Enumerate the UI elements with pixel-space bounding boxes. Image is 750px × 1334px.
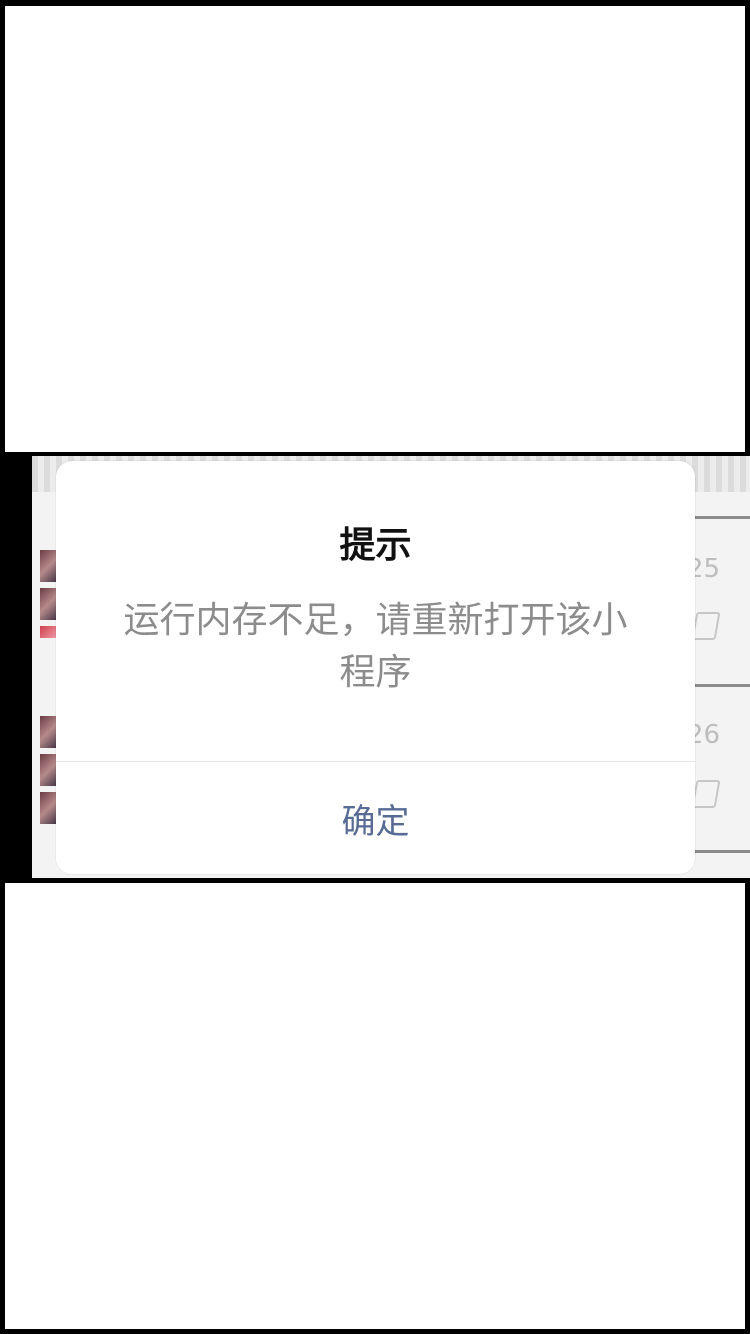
screen-frame: 25 26 提示 运行内存不足，请重新打开该小程序 确定 xyxy=(0,0,750,1334)
background-edit-icon xyxy=(691,780,721,808)
blank-area-bottom xyxy=(5,883,745,1329)
background-edit-icon xyxy=(691,612,721,640)
confirm-button[interactable]: 确定 xyxy=(56,762,695,874)
blank-area-top xyxy=(5,6,745,452)
dialog-message: 运行内存不足，请重新打开该小程序 xyxy=(123,600,628,693)
dialog-title: 提示 xyxy=(339,525,412,566)
alert-dialog: 提示 运行内存不足，请重新打开该小程序 确定 xyxy=(56,461,695,874)
